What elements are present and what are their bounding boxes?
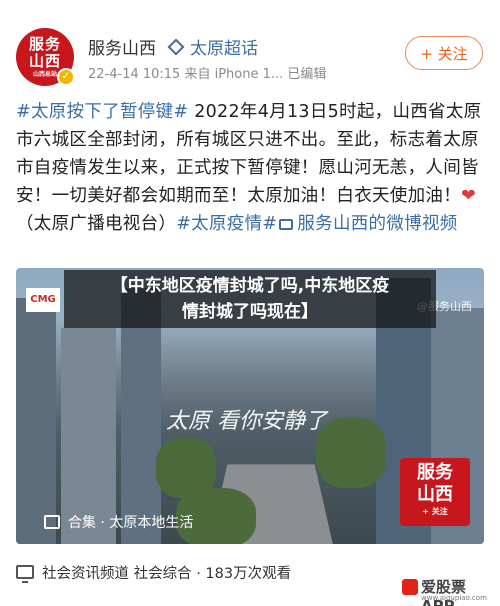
collection-link[interactable]: 合集 · 太原本地生活 xyxy=(44,512,193,532)
hashtag-epidemic[interactable]: #太原疫情# xyxy=(176,214,277,234)
super-topic-label: 太原超话 xyxy=(190,39,258,59)
logo-line-2: 山西 xyxy=(417,484,453,505)
tv-icon xyxy=(16,565,34,583)
title-banner: 【中东地区疫情封城了吗,中东地区疫 情封城了吗现在】 xyxy=(64,270,436,328)
avatar-line-2: 山西 xyxy=(28,51,61,70)
banner-line-2: 情封城了吗现在】 xyxy=(182,302,318,322)
brand-watermark: 爱股票APP www.aigupiao.com xyxy=(402,574,498,606)
layers-icon xyxy=(44,515,60,529)
avatar-line-3: 山西总站 xyxy=(32,70,57,78)
diamond-icon xyxy=(167,38,185,55)
building-shape xyxy=(16,298,56,544)
footer-text: 社会资讯频道 社会综合 · 183万次观看 xyxy=(42,565,292,582)
author-name[interactable]: 服务山西 xyxy=(88,34,156,59)
avatar-line-1: 服务 xyxy=(28,34,61,53)
video-link[interactable]: 服务山西的微博视频 xyxy=(277,214,457,234)
post-header: 服务 山西 山西总站 ✓ 服务山西 太原超话 22-4-14 10:15 来自 … xyxy=(0,0,500,92)
video-link-label: 服务山西的微博视频 xyxy=(297,214,458,234)
banner-line-1: 【中东地区疫情封城了吗,中东地区疫 xyxy=(110,276,390,296)
logo-line-1: 服务 xyxy=(417,462,453,483)
post-meta: 22-4-14 10:15 来自 iPhone 1... 已编辑 xyxy=(88,67,327,82)
channel-logo-overlay: 服务 山西 + 关注 xyxy=(400,458,470,526)
collection-label: 合集 · 太原本地生活 xyxy=(68,515,194,531)
post-body-2: （太原广播电视台） xyxy=(16,214,177,234)
post-text: #太原按下了暂停键# 2022年4月13日5时起，山西省太原市六城区全部封闭，所… xyxy=(16,98,484,238)
verified-badge-icon: ✓ xyxy=(57,68,75,86)
brand-url: www.aigupiao.com xyxy=(421,594,487,602)
logo-follow: + 关注 xyxy=(422,507,448,516)
video-script-text: 太原 看你安静了 xyxy=(166,409,327,434)
cmg-logo: CMG xyxy=(26,288,60,312)
brand-logo-icon xyxy=(402,579,418,595)
video-camera-icon xyxy=(279,219,294,230)
follow-button[interactable]: + 关注 xyxy=(405,36,483,70)
hashtag-pause[interactable]: #太原按下了暂停键# xyxy=(16,102,188,122)
heart-icon: ❤ xyxy=(461,186,476,206)
super-topic-link[interactable]: 太原超话 xyxy=(167,34,258,59)
